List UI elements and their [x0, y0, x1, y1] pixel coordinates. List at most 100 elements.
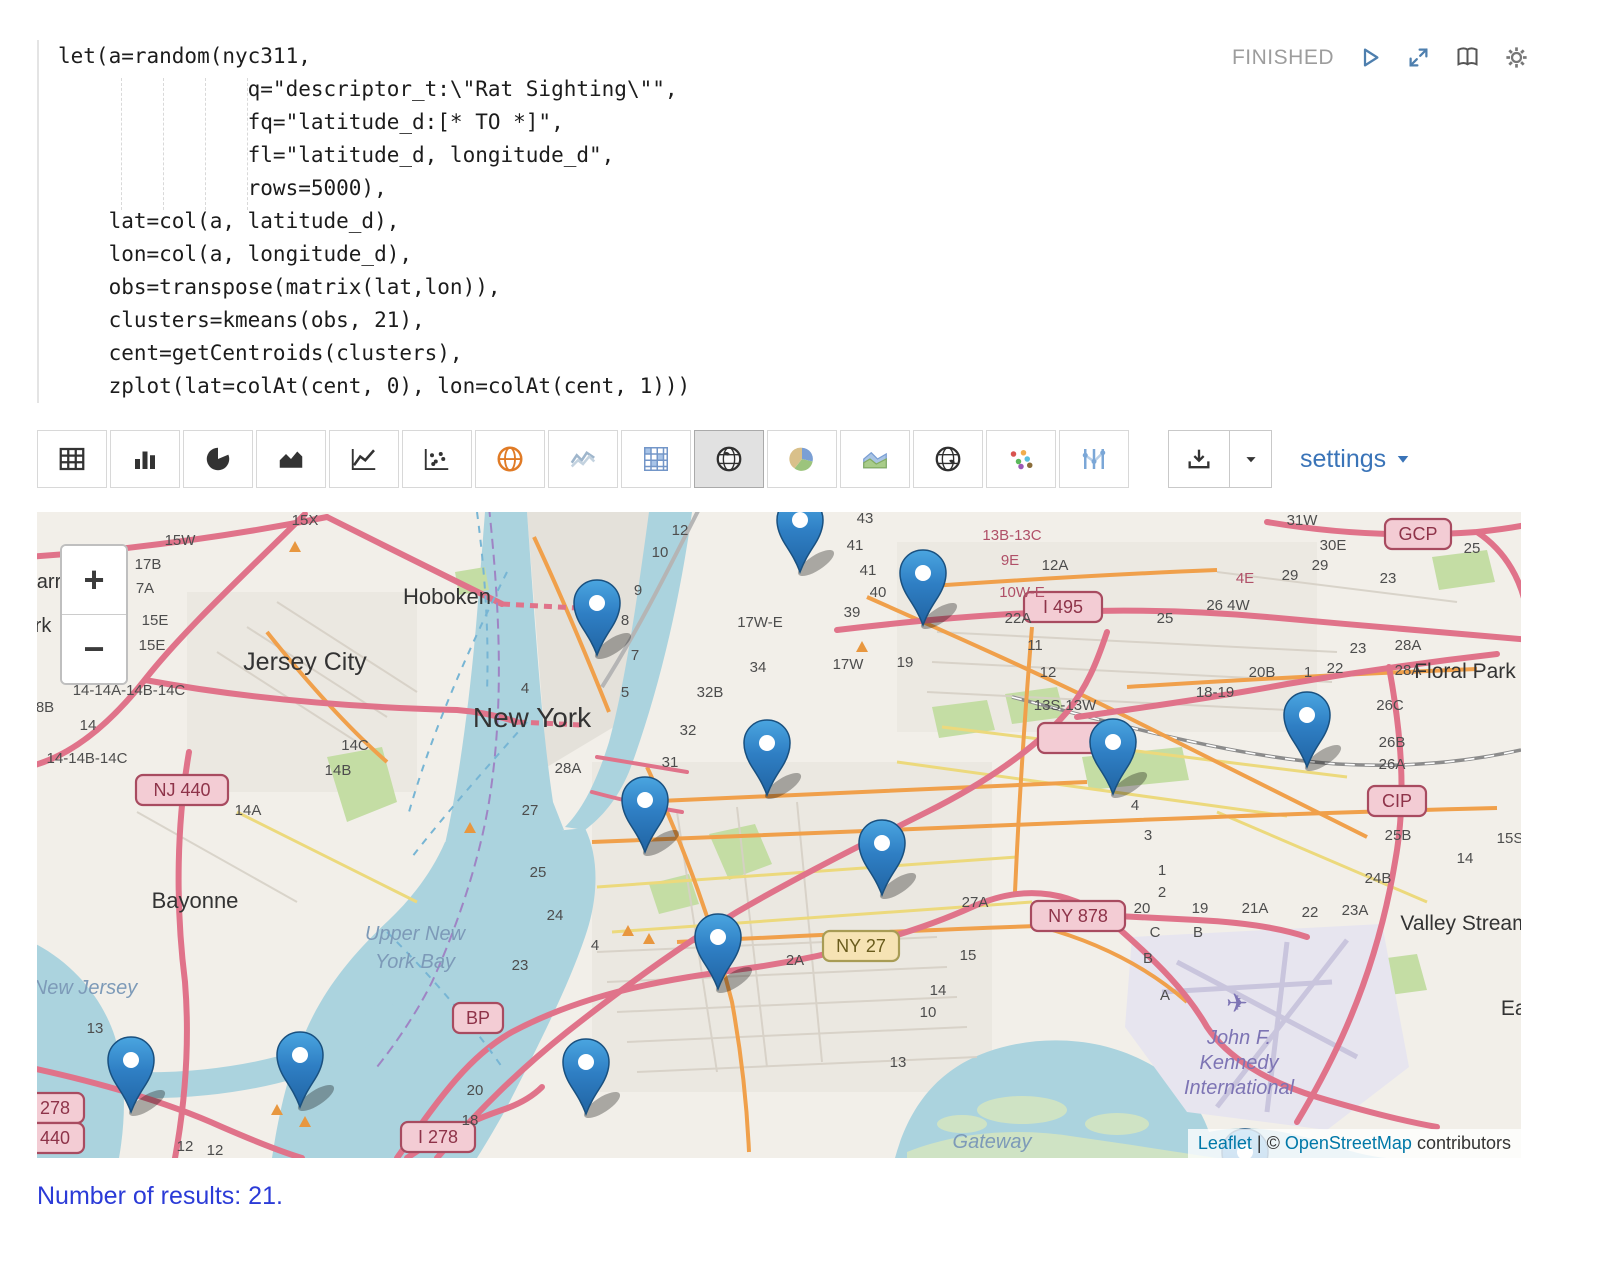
road-number-label: 3 — [1144, 827, 1152, 844]
marker-dot — [710, 929, 726, 945]
road-number-label: B — [1193, 924, 1203, 941]
place-label: Floral Park — [1414, 660, 1516, 683]
road-number-label: 20 — [467, 1082, 484, 1099]
settings-toggle[interactable]: settings — [1300, 445, 1412, 474]
road-number-label: 13S-13W — [1034, 697, 1097, 714]
airport-label: John F. — [1206, 1027, 1271, 1049]
road-number-label: 15E — [139, 637, 166, 654]
indent-guide — [121, 78, 122, 210]
code-editor[interactable]: let(a=random(nyc311, q="descriptor_t:\"R… — [37, 40, 1208, 403]
road-number-label: 39 — [844, 604, 861, 621]
shrink-icon[interactable] — [1405, 44, 1432, 71]
globe-map-button[interactable] — [913, 430, 983, 488]
sparkline-button[interactable] — [548, 430, 618, 488]
paragraph-status-bar: FINISHED — [1232, 44, 1530, 71]
line-chart-button[interactable] — [329, 430, 399, 488]
bar-chart-button[interactable] — [110, 430, 180, 488]
road-number-label: 22A — [1005, 610, 1032, 627]
place-label: arr — [37, 571, 62, 593]
road-number-label: 1 — [1304, 664, 1312, 681]
map-marker[interactable] — [777, 512, 838, 581]
gear-icon[interactable] — [1503, 44, 1530, 71]
road-number-label: 4E — [1236, 570, 1254, 587]
road-number-label: 18 — [462, 1112, 479, 1129]
route-shield-label: GCP — [1398, 524, 1437, 544]
parallel-coordinates-button[interactable] — [1059, 430, 1129, 488]
triangle-poi-icon — [289, 541, 301, 552]
leaflet-map-canvas[interactable]: GCPI 495NJ 440CIPNY 878NY 27BPI 27827844… — [37, 512, 1521, 1158]
road-number-label: 40 — [870, 584, 887, 601]
road-number-label: 25 — [1464, 540, 1481, 557]
network-globe-button[interactable] — [475, 430, 545, 488]
run-icon[interactable] — [1356, 44, 1383, 71]
road-number-label: 26 4W — [1206, 597, 1250, 614]
scatter-color-button[interactable] — [986, 430, 1056, 488]
copyright-symbol: © — [1267, 1133, 1280, 1153]
heatmap-grid-button[interactable] — [621, 430, 691, 488]
road-number-label: 25B — [1385, 827, 1412, 844]
road-number-label: 14-14B-14C — [47, 750, 128, 767]
route-shield-label: 440 — [40, 1128, 70, 1148]
road-number-label: 28A — [555, 760, 582, 777]
pie-chart-color-button[interactable] — [767, 430, 837, 488]
bar-chart-icon — [130, 444, 160, 474]
road-number-label: 25 — [1157, 610, 1174, 627]
marker-dot — [1299, 707, 1315, 723]
table-chart-button[interactable] — [37, 430, 107, 488]
leaflet-map-icon — [714, 444, 744, 474]
osm-link[interactable]: OpenStreetMap — [1285, 1133, 1412, 1153]
zoom-out-button[interactable]: − — [62, 615, 126, 683]
road-number-label: 12 — [672, 522, 689, 539]
download-button[interactable] — [1168, 430, 1230, 488]
marker-dot — [292, 1047, 308, 1063]
area-chart-color-button[interactable] — [840, 430, 910, 488]
road-number-label: 20 — [1134, 900, 1151, 917]
road-number-label: 7 — [631, 647, 639, 664]
road-number-label: 24 — [547, 907, 564, 924]
place-label: Valley Stream — [1400, 912, 1521, 935]
road-number-label: 4 — [591, 937, 599, 954]
road-number-label: 15 — [960, 947, 977, 964]
road-number-label: 10 — [920, 1004, 937, 1021]
indent-guide — [247, 78, 248, 210]
chart-type-toolbar: settings — [37, 430, 1412, 488]
area-chart-button[interactable] — [256, 430, 326, 488]
attribution-separator: | — [1257, 1133, 1262, 1153]
water-label: New Jersey — [37, 977, 138, 999]
road-number-label: 32 — [680, 722, 697, 739]
airplane-icon: ✈ — [1226, 988, 1248, 1018]
road-number-label: 41 — [860, 562, 877, 579]
map-attribution: Leaflet | © OpenStreetMap contributors — [1188, 1129, 1521, 1158]
download-options-button[interactable] — [1230, 430, 1272, 488]
leaflet-map-button[interactable] — [694, 430, 764, 488]
water-label: York Bay — [375, 951, 456, 973]
road-number-label: 14C — [341, 737, 369, 754]
code-text[interactable]: let(a=random(nyc311, q="descriptor_t:\"R… — [58, 40, 1208, 403]
area-chart-color-icon — [860, 444, 890, 474]
road-number-label: 10 — [652, 544, 669, 561]
settings-caret-icon — [1394, 450, 1412, 468]
road-number-label: 12A — [1042, 557, 1069, 574]
road-number-label: 34 — [750, 659, 767, 676]
table-chart-icon — [57, 444, 87, 474]
route-shield-label: 278 — [40, 1098, 70, 1118]
scatter-plot-button[interactable] — [402, 430, 472, 488]
result-count-text: Number of results: 21. — [37, 1182, 283, 1211]
route-shield-label: CIP — [1382, 791, 1412, 811]
pie-chart-button[interactable] — [183, 430, 253, 488]
zoom-control: + − — [60, 544, 128, 685]
leaflet-link[interactable]: Leaflet — [1198, 1133, 1252, 1153]
road-number-label: 13B-13C — [982, 527, 1041, 544]
water-label: Gateway — [953, 1131, 1033, 1153]
pie-chart-color-icon — [787, 444, 817, 474]
road-number-label: 18-19 — [1196, 684, 1234, 701]
road-number-label: 4 — [1131, 797, 1139, 814]
download-group — [1168, 430, 1272, 488]
route-shield-label: I 495 — [1043, 597, 1083, 617]
road-number-label: 15S — [1497, 830, 1521, 847]
book-icon[interactable] — [1454, 44, 1481, 71]
road-number-label: 27A — [962, 894, 989, 911]
zoom-in-button[interactable]: + — [62, 546, 126, 615]
road-number-label: A — [1160, 987, 1170, 1004]
road-number-label: 31W — [1287, 512, 1319, 529]
